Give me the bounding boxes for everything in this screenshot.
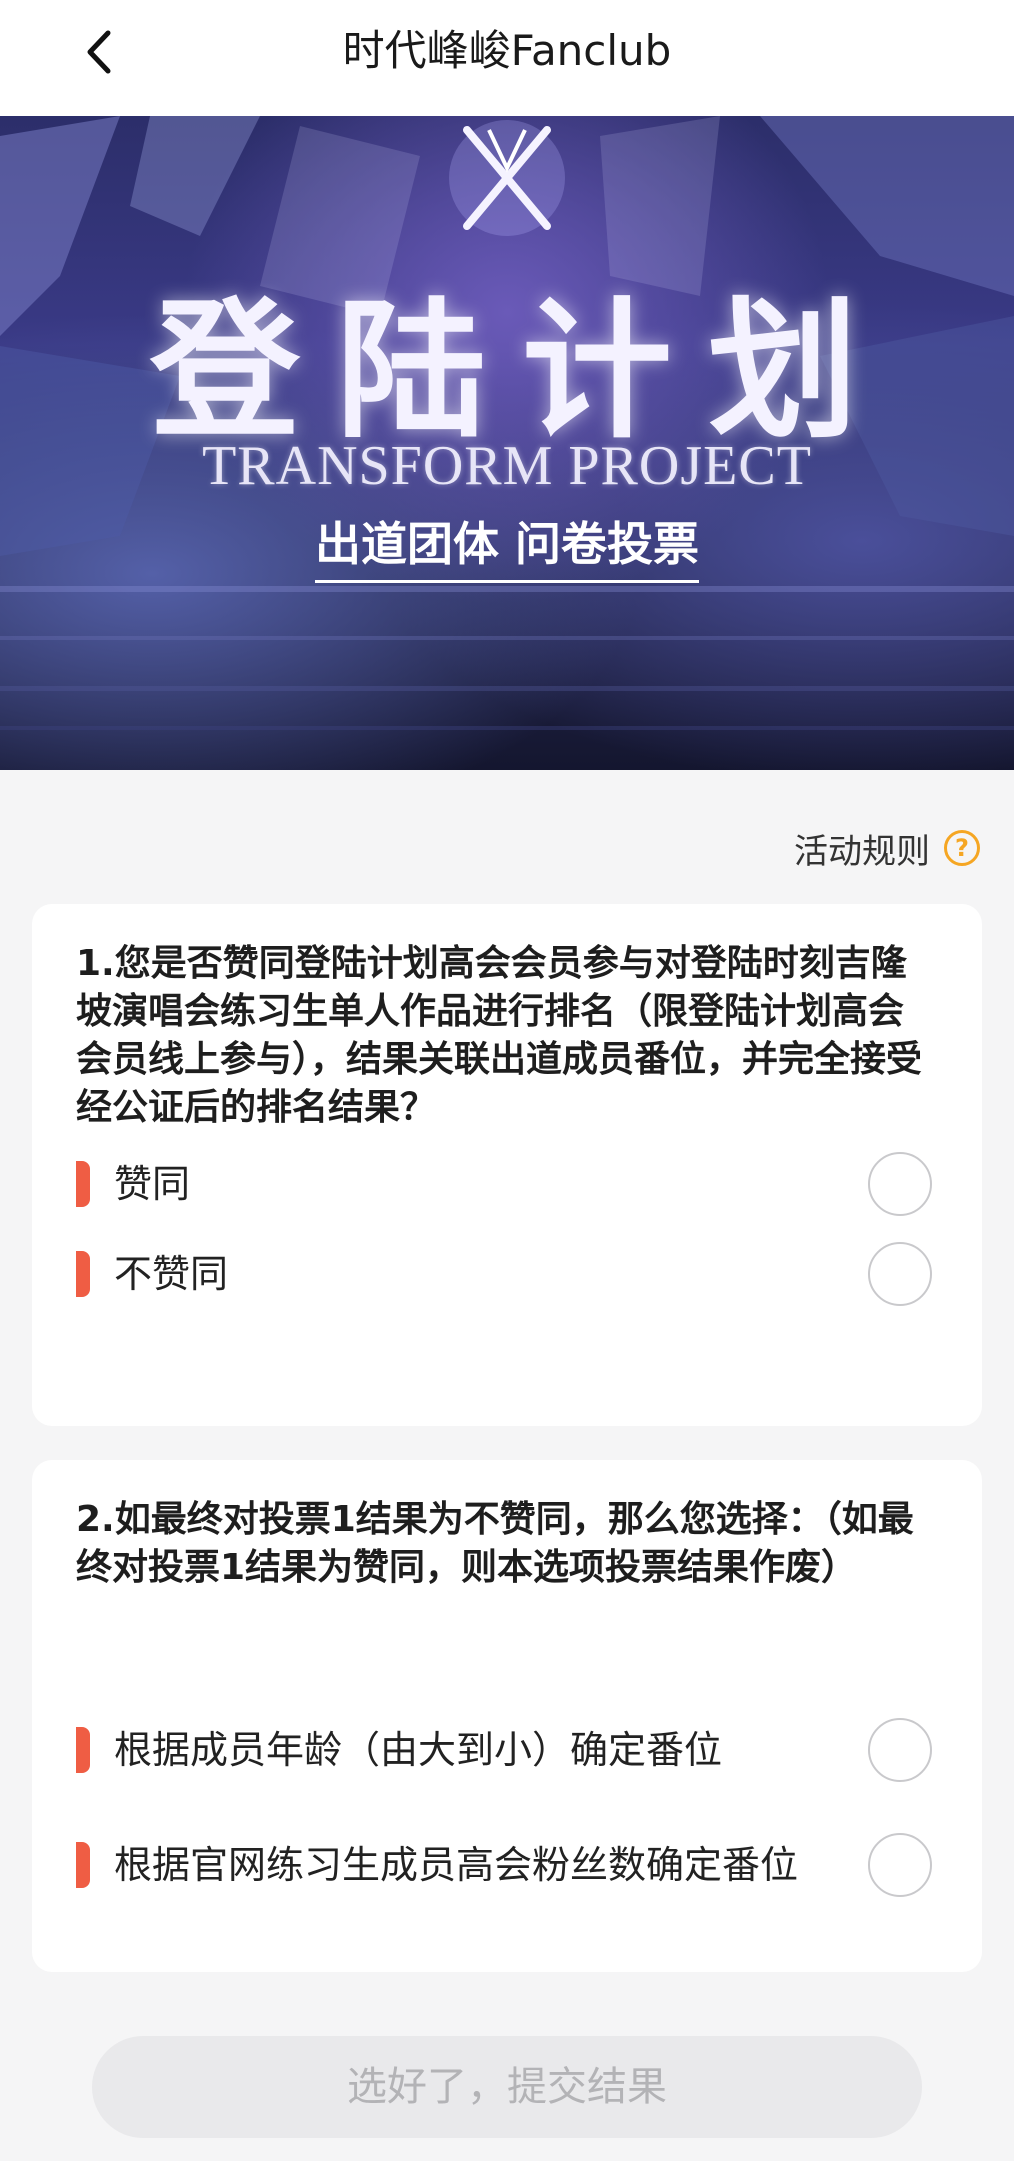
submit-button[interactable]: 选好了，提交结果 [92, 2036, 922, 2138]
option-label: 根据成员年龄（由大到小）确定番位 [114, 1728, 723, 1772]
activity-rules-label: 活动规则 [794, 831, 930, 872]
radio-button[interactable] [868, 1718, 932, 1782]
option-disagree[interactable]: 不赞同 [32, 1234, 982, 1314]
option-by-age[interactable]: 根据成员年龄（由大到小）确定番位 [32, 1710, 982, 1790]
option-marker [76, 1727, 90, 1773]
hero-banner: 登陆计划 TRANSFORM PROJECT 出道团体 问卷投票 [0, 116, 1014, 770]
option-agree[interactable]: 赞同 [32, 1144, 982, 1224]
question-card-2: 2.如最终对投票1结果为不赞同，那么您选择：（如最终对投票1结果为赞同，则本选项… [32, 1460, 982, 1972]
option-marker [76, 1842, 90, 1888]
banner-subtitle: TRANSFORM PROJECT [202, 435, 812, 497]
radio-button[interactable] [868, 1833, 932, 1897]
option-label: 赞同 [114, 1162, 191, 1206]
page-title: 时代峰峻Fanclub [342, 26, 672, 75]
question-1-text: 1.您是否赞同登陆计划高会会员参与对登陆时刻吉隆坡演唱会练习生单人作品进行排名（… [76, 943, 923, 1128]
option-label: 根据官网练习生成员高会粉丝数确定番位 [114, 1843, 799, 1887]
question-2-text: 2.如最终对投票1结果为不赞同，那么您选择：（如最终对投票1结果为赞同，则本选项… [76, 1499, 914, 1588]
radio-button[interactable] [868, 1152, 932, 1216]
option-marker [76, 1161, 90, 1207]
question-circle-icon: ? [944, 830, 980, 866]
radio-button[interactable] [868, 1242, 932, 1306]
top-nav-bar: 时代峰峻Fanclub [0, 0, 1014, 116]
option-label: 不赞同 [114, 1252, 229, 1296]
activity-rules-link[interactable]: 活动规则 ? [794, 820, 980, 876]
x-logo-icon [449, 120, 565, 236]
option-marker [76, 1251, 90, 1297]
option-by-fans[interactable]: 根据官网练习生成员高会粉丝数确定番位 [32, 1810, 982, 1920]
banner-title: 登陆计划 [149, 283, 894, 459]
banner-tagline: 出道团体 问卷投票 [0, 514, 1014, 583]
banner-tagline-text: 出道团体 问卷投票 [314, 514, 699, 583]
question-card-1: 1.您是否赞同登陆计划高会会员参与对登陆时刻吉隆坡演唱会练习生单人作品进行排名（… [32, 904, 982, 1426]
